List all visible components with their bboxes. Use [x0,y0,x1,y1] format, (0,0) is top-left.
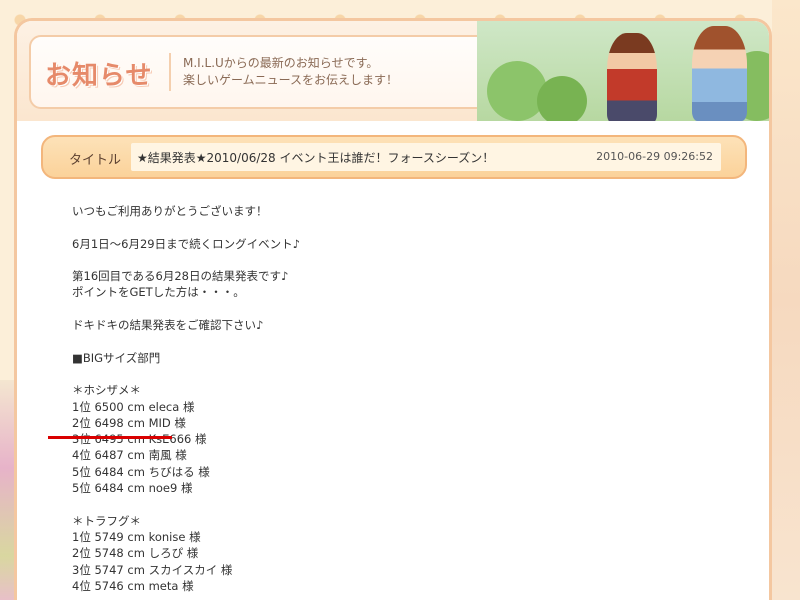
article-line: ドキドキの結果発表をご確認下さい♪ [72,318,264,333]
article-title: ★結果発表★2010/06/28 イベント王は誰だ！フォースシーズン！ [137,151,495,165]
article-line: 1位 6500 cm eleca 様 [72,399,195,414]
article-date: 2010-06-29 09:26:52 [596,150,713,163]
right-decoration [772,0,800,600]
article-line: 2位 6498 cm MID 様 [72,415,186,430]
article-body: いつもご利用ありがとうございます！ 6月1日〜6月29日まで続くロングイベント♪ 第… [72,203,722,594]
article-line: ＊ホシザメ＊ [72,383,141,398]
article-line: 第16回目である6月28日の結果発表です♪ [72,269,289,284]
article-line: ポイントをGETした方は・・・。 [72,285,245,300]
article-line: 3位 6495 cm KsE666 様 [72,432,207,447]
header-description: M.I.L.Uからの最新のお知らせです。 楽しいゲームニュースをお伝えします！ [183,55,398,89]
boy-character [607,33,657,121]
article-line: 1位 5749 cm konise 様 [72,529,201,544]
header-character-illustration [477,21,769,121]
girl-character [692,26,747,121]
article-line: 2位 5748 cm しろぴ 様 [72,546,199,561]
title-inner-box: ★結果発表★2010/06/28 イベント王は誰だ！フォースシーズン！ 2010… [131,143,721,171]
article-line: ■BIGサイズ部門 [72,350,161,365]
article-line: 3位 5747 cm スカイスカイ 様 [72,562,233,577]
article-line: 5位 6484 cm ちびはる 様 [72,464,210,479]
article-line: 4位 5746 cm meta 様 [72,578,194,593]
article-line: 5位 6484 cm noe9 様 [72,481,193,496]
tree-shape [537,76,587,121]
article-title-bar: タイトル ★結果発表★2010/06/28 イベント王は誰だ！フォースシーズン！… [41,135,747,179]
title-label: タイトル [69,153,122,168]
header: お知らせ M.I.L.Uからの最新のお知らせです。 楽しいゲームニュースをお伝え… [17,21,769,121]
header-divider [169,53,171,91]
article-line: いつもご利用ありがとうございます！ [72,204,268,218]
article-line: ＊トラフグ＊ [72,513,141,528]
red-highlight-underline [48,436,172,439]
page-title: お知らせ [45,61,153,91]
header-desc-line-2: 楽しいゲームニュースをお伝えします！ [183,73,399,87]
news-panel: お知らせ M.I.L.Uからの最新のお知らせです。 楽しいゲームニュースをお伝え… [14,18,772,600]
article-line: 4位 6487 cm 南風 様 [72,448,187,463]
header-desc-line-1: M.I.L.Uからの最新のお知らせです。 [183,56,379,70]
article-line: 6月1日〜6月29日まで続くロングイベント♪ [72,236,300,251]
